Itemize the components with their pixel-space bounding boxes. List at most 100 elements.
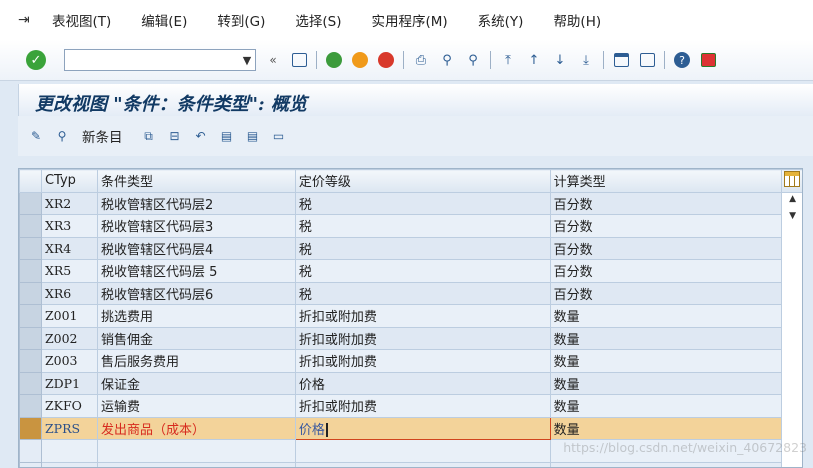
scroll-down-icon[interactable]: ▼ bbox=[789, 211, 796, 221]
column-header-ctyp[interactable]: CTyp bbox=[40, 169, 98, 193]
condition-type-cell[interactable]: 保证金 bbox=[96, 371, 296, 395]
row-selector[interactable] bbox=[19, 416, 42, 440]
back-icon[interactable] bbox=[325, 51, 343, 69]
copy-icon[interactable]: ⧉ bbox=[141, 128, 157, 144]
pricing-level-cell[interactable]: 折扣或附加费 bbox=[294, 304, 551, 328]
select-all-column-header[interactable] bbox=[19, 169, 42, 193]
row-selector[interactable] bbox=[19, 326, 42, 350]
ctyp-cell[interactable]: XR3 bbox=[40, 214, 98, 238]
ctyp-cell[interactable]: Z002 bbox=[40, 326, 98, 350]
calc-type-cell[interactable]: 百分数 bbox=[549, 236, 783, 260]
calc-type-cell[interactable]: 数量 bbox=[549, 349, 783, 373]
table-row[interactable]: XR6 税收管辖区代码层6 税 百分数 bbox=[19, 281, 802, 305]
table-row[interactable]: ZKFO 运输费 折扣或附加费 数量 bbox=[19, 394, 802, 418]
help-icon[interactable]: ? bbox=[673, 51, 691, 69]
table-settings-icon[interactable] bbox=[784, 171, 800, 187]
scroll-up-icon[interactable]: ▲ bbox=[789, 194, 796, 204]
display-icon[interactable]: ⚲ bbox=[54, 128, 70, 144]
calc-type-cell[interactable]: 数量 bbox=[549, 304, 783, 328]
table-row-current[interactable]: ZPRS 发出商品（成本） 价格 数量 bbox=[19, 416, 802, 440]
menu-system[interactable]: 系统(Y) bbox=[478, 10, 524, 30]
calc-type-cell[interactable]: 数量 bbox=[549, 394, 783, 418]
table-row[interactable]: XR5 税收管辖区代码层 5 税 百分数 bbox=[19, 259, 802, 283]
pricing-level-cell[interactable]: 税 bbox=[294, 191, 551, 215]
column-header-condition-type[interactable]: 条件类型 bbox=[96, 169, 296, 193]
row-selector[interactable] bbox=[19, 394, 42, 418]
chevron-down-icon[interactable]: ▼ bbox=[239, 54, 255, 67]
table-row[interactable]: ZDP1 保证金 价格 数量 bbox=[19, 371, 802, 395]
menu-help[interactable]: 帮助(H) bbox=[553, 10, 601, 30]
row-selector[interactable] bbox=[19, 191, 42, 215]
command-input[interactable] bbox=[68, 51, 232, 69]
row-selector[interactable] bbox=[19, 349, 42, 373]
exit-icon[interactable] bbox=[351, 51, 369, 69]
ctyp-cell[interactable]: Z001 bbox=[40, 304, 98, 328]
find-icon[interactable]: ⚲ bbox=[438, 51, 456, 69]
pricing-level-cell[interactable]: 税 bbox=[294, 214, 551, 238]
menu-utilities[interactable]: 实用程序(M) bbox=[371, 10, 447, 30]
condition-type-cell[interactable]: 运输费 bbox=[96, 394, 296, 418]
new-entries-button[interactable]: 新条目 bbox=[82, 126, 123, 146]
pricing-level-cell[interactable]: 税 bbox=[294, 281, 551, 305]
previous-page-icon[interactable]: ↑ bbox=[525, 51, 543, 69]
save-icon[interactable] bbox=[290, 51, 308, 69]
condition-type-cell[interactable]: 税收管辖区代码层2 bbox=[96, 191, 296, 215]
row-selector[interactable] bbox=[19, 461, 42, 467]
menu-edit[interactable]: 编辑(E) bbox=[141, 10, 187, 30]
row-selector[interactable] bbox=[19, 214, 42, 238]
condition-type-cell[interactable]: 售后服务费用 bbox=[96, 349, 296, 373]
empty-cell[interactable] bbox=[96, 439, 296, 463]
empty-cell[interactable] bbox=[294, 439, 551, 463]
table-row-empty[interactable] bbox=[19, 461, 802, 467]
exit-menu-icon[interactable]: ⇥ bbox=[18, 12, 42, 28]
ctyp-cell[interactable]: Z003 bbox=[40, 349, 98, 373]
condition-type-cell[interactable]: 挑选费用 bbox=[96, 304, 296, 328]
print-icon[interactable]: ⎙ bbox=[412, 51, 430, 69]
row-selector[interactable] bbox=[19, 281, 42, 305]
deselect-all-icon[interactable]: ▭ bbox=[271, 128, 287, 144]
table-row[interactable]: Z003 售后服务费用 折扣或附加费 数量 bbox=[19, 349, 802, 373]
command-field[interactable]: ▼ bbox=[64, 49, 256, 71]
calc-type-cell[interactable]: 百分数 bbox=[549, 191, 783, 215]
select-block-icon[interactable]: ▤ bbox=[245, 128, 261, 144]
empty-cell[interactable] bbox=[96, 461, 296, 467]
next-page-icon[interactable]: ↓ bbox=[551, 51, 569, 69]
ctyp-cell[interactable]: XR5 bbox=[40, 259, 98, 283]
ctyp-cell[interactable]: XR4 bbox=[40, 236, 98, 260]
row-selector[interactable] bbox=[19, 304, 42, 328]
empty-cell[interactable] bbox=[40, 439, 98, 463]
column-header-pricing-level[interactable]: 定价等级 bbox=[294, 169, 551, 193]
pricing-level-cell[interactable]: 价格 bbox=[294, 371, 551, 395]
table-row[interactable]: XR2 税收管辖区代码层2 税 百分数 bbox=[19, 191, 802, 215]
change-display-icon[interactable]: ✎ bbox=[28, 128, 44, 144]
calc-type-cell[interactable]: 数量 bbox=[549, 326, 783, 350]
condition-type-cell[interactable]: 税收管辖区代码层6 bbox=[96, 281, 296, 305]
menu-table-view[interactable]: 表视图(T) bbox=[52, 10, 111, 30]
ctyp-cell[interactable]: ZDP1 bbox=[40, 371, 98, 395]
shortcut-icon[interactable] bbox=[638, 51, 656, 69]
last-page-icon[interactable]: ⤓ bbox=[577, 51, 595, 69]
ctyp-cell[interactable]: ZKFO bbox=[40, 394, 98, 418]
calc-type-cell[interactable]: 百分数 bbox=[549, 259, 783, 283]
row-selector[interactable] bbox=[19, 439, 42, 463]
pricing-level-cell[interactable]: 税 bbox=[294, 259, 551, 283]
pricing-level-cell[interactable]: 折扣或附加费 bbox=[294, 326, 551, 350]
table-row[interactable]: Z001 挑选费用 折扣或附加费 数量 bbox=[19, 304, 802, 328]
column-header-calc-type[interactable]: 计算类型 bbox=[549, 169, 783, 193]
ctyp-cell[interactable]: XR6 bbox=[40, 281, 98, 305]
pricing-level-cell[interactable]: 税 bbox=[294, 236, 551, 260]
menu-goto[interactable]: 转到(G) bbox=[217, 10, 265, 30]
select-all-icon[interactable]: ▤ bbox=[219, 128, 235, 144]
calc-type-cell[interactable]: 数量 bbox=[549, 371, 783, 395]
pricing-level-cell[interactable]: 折扣或附加费 bbox=[294, 394, 551, 418]
pricing-level-value[interactable]: 价格 bbox=[299, 423, 325, 438]
collapse-icon[interactable]: « bbox=[264, 51, 282, 69]
menu-select[interactable]: 选择(S) bbox=[295, 10, 341, 30]
calc-type-cell[interactable]: 百分数 bbox=[549, 281, 783, 305]
calc-type-cell[interactable]: 百分数 bbox=[549, 214, 783, 238]
row-selector[interactable] bbox=[19, 236, 42, 260]
ctyp-cell[interactable]: ZPRS bbox=[40, 416, 98, 440]
first-page-icon[interactable]: ⤒ bbox=[499, 51, 517, 69]
condition-type-cell[interactable]: 税收管辖区代码层4 bbox=[96, 236, 296, 260]
calc-type-cell[interactable]: 数量 bbox=[549, 416, 783, 440]
